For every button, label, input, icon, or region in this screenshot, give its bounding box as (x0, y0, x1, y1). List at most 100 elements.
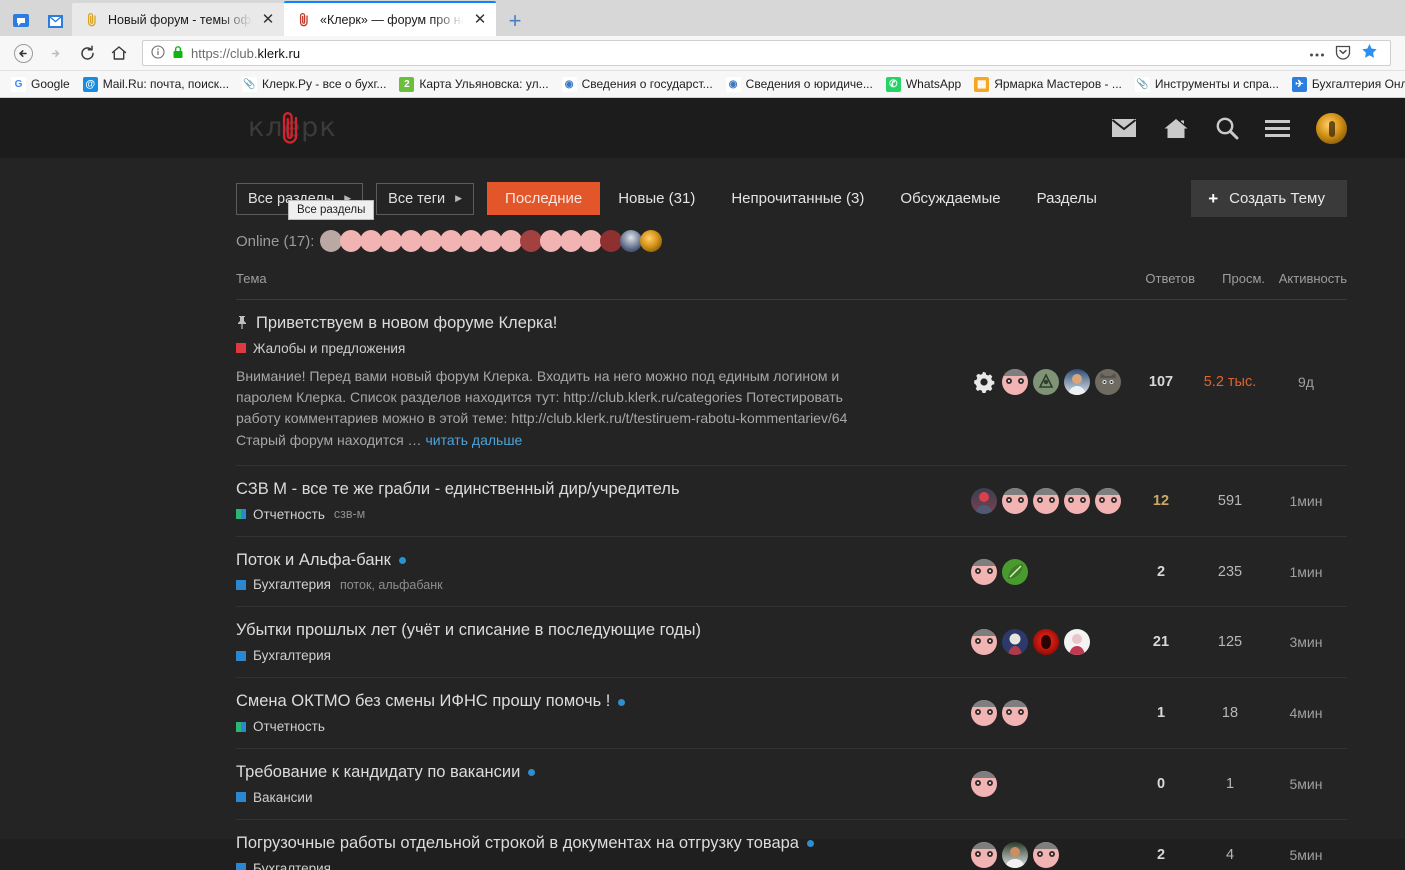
topic-title[interactable]: Погрузочные работы отдельной строкой в д… (236, 834, 951, 854)
bookmark-item[interactable]: 2 Карта Ульяновска: ул... (394, 75, 553, 94)
topic-participant-avatar[interactable] (1002, 369, 1028, 396)
topic-participant-avatar[interactable] (971, 487, 997, 514)
topic-title[interactable]: СЗВ М - все те же грабли - единственный … (236, 480, 951, 500)
overflow-menu-icon[interactable] (1309, 46, 1325, 61)
online-user-avatar[interactable] (520, 230, 543, 252)
site-logo[interactable]: клерк (248, 111, 358, 145)
topic-title[interactable]: Смена ОКТМО без смены ИФНС прошу помочь … (236, 692, 951, 712)
online-user-avatar[interactable] (360, 230, 383, 252)
bookmark-item[interactable]: ✈ Бухгалтерия Онла (1287, 75, 1405, 94)
column-header-replies[interactable]: Ответов (1127, 263, 1195, 300)
bookmark-item[interactable]: ✆ WhatsApp (881, 75, 966, 94)
topic-tags[interactable]: поток, альфабанк (340, 578, 443, 592)
bookmark-item[interactable]: ◉ Сведения о государст... (557, 75, 718, 94)
topic-participant-avatar[interactable] (1095, 369, 1121, 396)
category-link[interactable]: Бухгалтерия (236, 648, 331, 663)
online-user-avatar[interactable] (480, 230, 503, 252)
table-row[interactable]: Поток и Альфа-банк Бухгалтерия поток, альф… (236, 536, 1347, 608)
table-row[interactable]: Убытки прошлых лет (учёт и списание в по… (236, 606, 1347, 679)
column-header-views[interactable]: Просм. (1195, 263, 1265, 300)
forward-button[interactable] (40, 39, 70, 67)
topic-participant-avatar[interactable] (971, 841, 997, 868)
table-row[interactable]: Требование к кандидату по вакансии Ваканс… (236, 748, 1347, 820)
topic-participant-avatar[interactable] (1064, 369, 1090, 396)
search-icon[interactable] (1215, 116, 1239, 140)
nav-link-categories[interactable]: Разделы (1019, 182, 1115, 215)
topic-participant-avatar[interactable] (1002, 700, 1028, 727)
table-row[interactable]: СЗВ М - все те же грабли - единственный … (236, 465, 1347, 537)
bookmark-item[interactable]: ▦ Ярмарка Мастеров - ... (969, 75, 1127, 94)
topic-title[interactable]: Поток и Альфа-банк (236, 551, 951, 571)
topic-participant-avatar[interactable] (1002, 841, 1028, 868)
category-link[interactable]: Отчетность (236, 507, 325, 522)
topic-participant-avatar[interactable] (1002, 487, 1028, 514)
address-bar[interactable]: https://club.klerk.ru (142, 40, 1391, 66)
read-more-link[interactable]: читать дальше (425, 432, 522, 448)
topic-participant-avatar[interactable] (1064, 629, 1090, 656)
online-user-avatar[interactable] (600, 230, 623, 252)
column-header-topic[interactable]: Тема (236, 263, 971, 300)
save-to-pocket-icon[interactable] (1335, 44, 1351, 63)
topic-title[interactable]: Требование к кандидату по вакансии (236, 763, 951, 783)
topic-participant-avatar[interactable] (971, 369, 997, 395)
topic-participant-avatar[interactable] (971, 700, 997, 727)
reload-button[interactable] (72, 39, 102, 67)
topic-participant-avatar[interactable] (1002, 629, 1028, 656)
nav-link-unread[interactable]: Непрочитанные (3) (713, 182, 882, 215)
online-user-avatar[interactable] (380, 230, 403, 252)
hamburger-icon[interactable] (1265, 119, 1290, 138)
topic-participant-avatar[interactable] (1002, 558, 1028, 585)
online-user-avatar[interactable] (400, 230, 423, 252)
online-user-avatar[interactable] (340, 230, 363, 252)
bookmark-star-icon[interactable] (1361, 43, 1378, 63)
bookmark-item[interactable]: @ Mail.Ru: почта, поиск... (78, 75, 234, 94)
table-row[interactable]: Приветствуем в новом форуме Клерка! Жалоб… (236, 299, 1347, 466)
online-user-avatar[interactable] (320, 230, 343, 252)
online-user-avatar[interactable] (640, 230, 663, 252)
topic-participant-avatar[interactable] (1095, 487, 1121, 514)
close-icon[interactable]: ✕ (472, 12, 488, 28)
topic-title[interactable]: Приветствуем в новом форуме Клерка! (236, 314, 951, 334)
online-user-avatar[interactable] (440, 230, 463, 252)
topic-participant-avatar[interactable] (1033, 629, 1059, 656)
category-link[interactable]: Отчетность (236, 719, 325, 734)
topic-participant-avatar[interactable] (1064, 487, 1090, 514)
category-link[interactable]: Бухгалтерия (236, 861, 331, 870)
mail-tab-icon[interactable] (38, 6, 72, 36)
nav-link-latest[interactable]: Последние (487, 182, 601, 215)
close-icon[interactable]: ✕ (260, 12, 276, 28)
bookmark-item[interactable]: ◉ Сведения о юридиче... (721, 75, 878, 94)
online-user-avatar[interactable] (620, 230, 643, 252)
back-button[interactable] (8, 39, 38, 67)
mail-icon[interactable] (1111, 118, 1137, 138)
new-tab-button[interactable]: + (500, 6, 530, 36)
page-info-icon[interactable] (151, 44, 165, 62)
table-row[interactable]: Погрузочные работы отдельной строкой в д… (236, 819, 1347, 870)
bookmark-item[interactable]: 📎 Клерк.Ру - все о бухг... (237, 75, 391, 94)
column-header-activity[interactable]: Активность (1265, 263, 1347, 300)
topic-participant-avatar[interactable] (1033, 369, 1059, 396)
browser-tab-0[interactable]: Новый форум - темы оформ ✕ (72, 3, 284, 36)
topic-participant-avatar[interactable] (971, 770, 997, 797)
category-link[interactable]: Бухгалтерия (236, 577, 331, 592)
online-user-avatar[interactable] (540, 230, 563, 252)
online-user-avatar[interactable] (580, 230, 603, 252)
topic-participant-avatar[interactable] (971, 629, 997, 656)
home-icon[interactable] (1163, 117, 1189, 140)
create-topic-button[interactable]: + Создать Тему (1191, 180, 1347, 217)
bookmark-item[interactable]: G Google (6, 75, 75, 94)
user-avatar[interactable] (1316, 112, 1347, 144)
browser-tab-1[interactable]: «Клерк» — форум про налог ✕ (284, 1, 496, 36)
topic-participant-avatar[interactable] (971, 558, 997, 585)
nav-link-new[interactable]: Новые (31) (600, 182, 713, 215)
online-user-avatar[interactable] (420, 230, 443, 252)
bookmark-item[interactable]: 📎 Инструменты и спра... (1130, 75, 1284, 94)
online-user-avatar[interactable] (460, 230, 483, 252)
topic-tags[interactable]: сзв-м (334, 507, 365, 521)
online-user-avatar[interactable] (500, 230, 523, 252)
table-row[interactable]: Смена ОКТМО без смены ИФНС прошу помочь … (236, 677, 1347, 750)
tags-dropdown[interactable]: Все теги ▶ (376, 182, 475, 215)
topic-participant-avatar[interactable] (1033, 841, 1059, 868)
home-button[interactable] (104, 39, 134, 67)
online-user-avatar[interactable] (560, 230, 583, 252)
